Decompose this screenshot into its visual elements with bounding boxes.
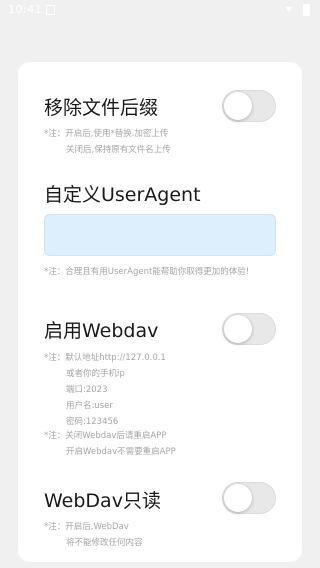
webdav-readonly-note: *注：开启后,WebDav 将不能修改任何内容 [44, 519, 143, 551]
notification-icon [46, 5, 55, 15]
battery-icon [303, 4, 310, 16]
wifi-icon: ▾ [285, 2, 292, 16]
webdav-readonly-toggle[interactable] [222, 482, 276, 514]
user-agent-note: *注：合理且有用UserAgent能帮助你取得更加的体验! [44, 264, 282, 280]
remove-suffix-note: *注：开启后,使用*替换.加密上传 关闭后,保持原有文件名上传 [44, 126, 171, 158]
toggle-knob [224, 92, 252, 120]
remove-suffix-title: 移除文件后缀 [44, 97, 159, 119]
webdav-note: *注：默认地址http://127.0.0.1 或者你的手机ip 端口:2023… [44, 350, 166, 430]
webdav-readonly-title: WebDav只读 [44, 490, 161, 512]
note-line: *注：合理且有用UserAgent能帮助你取得更加的体验! [44, 267, 250, 277]
settings-card: 移除文件后缀 *注：开启后,使用*替换.加密上传 关闭后,保持原有文件名上传 自… [18, 62, 302, 562]
webdav-restart-note: *注：关闭Webdav后请重启APP 开启Webdav不需要重启APP [44, 428, 176, 460]
toggle-knob [224, 484, 252, 512]
toggle-knob [224, 315, 252, 343]
note-line: 关闭后,保持原有文件名上传 [66, 145, 171, 155]
webdav-title: 启用Webdav [44, 320, 159, 342]
user-agent-title: 自定义UserAgent [44, 184, 201, 206]
note-line: *注：关闭Webdav后请重启APP [44, 431, 167, 441]
note-line: *注：开启后,使用*替换.加密上传 [44, 129, 169, 139]
remove-suffix-toggle[interactable] [222, 90, 276, 122]
note-line: *注：开启后,WebDav [44, 522, 129, 532]
note-line: 或者你的手机ip [66, 369, 125, 379]
status-time: 10:41 [8, 3, 43, 16]
note-line: 开启Webdav不需要重启APP [66, 447, 176, 457]
note-line: *注：默认地址http://127.0.0.1 [44, 353, 166, 363]
status-bar: 10:41 ▾ [0, 0, 320, 22]
note-line: 端口:2023 [66, 385, 108, 395]
webdav-toggle[interactable] [222, 313, 276, 345]
note-line: 用户名:user [66, 401, 113, 411]
note-line: 将不能修改任何内容 [66, 538, 143, 548]
user-agent-input[interactable] [44, 214, 276, 256]
